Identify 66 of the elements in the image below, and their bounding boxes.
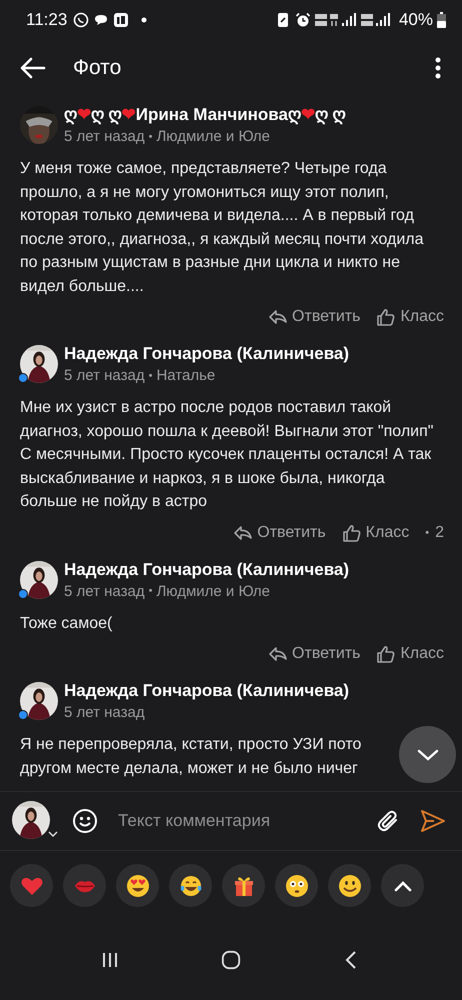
- like-button[interactable]: Класс: [376, 308, 444, 326]
- separator-dot: •: [148, 585, 152, 597]
- reaction-button[interactable]: [169, 864, 212, 907]
- more-icon: [435, 57, 441, 79]
- comment-text: Тоже самое(: [20, 614, 114, 634]
- reply-button[interactable]: Ответить: [233, 524, 326, 542]
- separator-dot: •: [425, 526, 430, 538]
- emoji-button[interactable]: [72, 808, 98, 834]
- smiley-icon: [338, 874, 362, 898]
- author-name[interactable]: Надежда Гончарова (Калиничева): [64, 681, 350, 701]
- reply-button[interactable]: Ответить: [268, 645, 360, 663]
- like-count: 2: [435, 524, 444, 542]
- home-icon: [220, 950, 241, 970]
- app-icon: [113, 12, 130, 28]
- author-name[interactable]: Надежда Гончарова (Калиничева): [64, 344, 350, 364]
- thumbs-up-icon: [342, 524, 362, 542]
- like-button[interactable]: Класс: [342, 524, 410, 542]
- reaction-button[interactable]: [222, 864, 265, 907]
- author-name[interactable]: Надежда Гончарова (Калиничева): [64, 560, 350, 580]
- surprised-emoji-icon: [284, 874, 308, 898]
- author-name[interactable]: ღ❤ღ ღ❤Ирина Манчиноваღ❤ღ ღ: [64, 104, 346, 125]
- reaction-button[interactable]: [328, 864, 371, 907]
- chat-icon: [73, 12, 90, 28]
- laughing-emoji-icon: [178, 874, 202, 898]
- expand-button[interactable]: [381, 864, 424, 907]
- separator-dot: •: [148, 370, 152, 382]
- message-icon: [93, 12, 110, 28]
- comment-text: Мне их узист в астро после родов поставил такой диагноз, хорошо пошла к деевой! Выгнали этот "полип" С месячными. Просто кусочек плаценты остался! А так выскабливание и наркоз, я в шоке была, никогда больше не пойду в астро: [20, 398, 434, 512]
- send-icon: [420, 809, 446, 833]
- smiley-icon: [72, 808, 98, 834]
- comment-text: У меня тоже самое, представляете? Четыре года прошло, а я не могу угомониться ищу этот полип, которая только демичева и видела.... А в первый год после этого,, диагноза,, я каждый месяц почти ходила по разным ущистам в разные дни цикла и никто не видел больше....: [20, 159, 425, 296]
- dot-icon: [141, 17, 148, 23]
- comment-time: 5 лет назад: [64, 367, 145, 384]
- comment-time: 5 лет назад: [64, 582, 145, 600]
- battery-icon: [437, 12, 446, 28]
- status-time: 11:23: [26, 10, 68, 30]
- signal-icon: [360, 12, 391, 28]
- signal-icon: [314, 12, 357, 28]
- back-button[interactable]: [20, 57, 46, 79]
- reply-button[interactable]: Ответить: [268, 308, 360, 326]
- thumbs-up-icon: [376, 645, 396, 663]
- comment-text: Я не перепроверяла, кстати, просто УЗИ пото другом месте делала, может и не было ничег: [20, 735, 362, 778]
- reply-recipient[interactable]: Наталье: [156, 367, 216, 384]
- paperclip-icon: [376, 809, 400, 833]
- reaction-button[interactable]: [275, 864, 318, 907]
- comment-time: 5 лет назад: [64, 128, 145, 145]
- reaction-button[interactable]: [116, 864, 159, 907]
- chevron-down-icon[interactable]: [48, 831, 58, 837]
- chevron-down-icon: [416, 748, 438, 760]
- reply-recipient[interactable]: Людмиле и Юле: [156, 128, 270, 145]
- comment-input[interactable]: Текст комментария: [118, 805, 356, 837]
- thumbs-up-icon: [376, 308, 396, 326]
- comment-time: 5 лет назад: [64, 704, 145, 721]
- separator-dot: •: [148, 130, 152, 142]
- reply-icon: [233, 524, 254, 542]
- alarm-icon: [294, 12, 311, 28]
- reply-icon: [268, 308, 288, 326]
- like-button[interactable]: Класс: [376, 645, 444, 663]
- reply-recipient[interactable]: Людмиле и Юле: [156, 582, 270, 600]
- reply-icon: [268, 645, 288, 663]
- arrow-left-icon: [20, 57, 46, 79]
- screen-title: Фото: [73, 56, 122, 80]
- attach-button[interactable]: [376, 809, 400, 833]
- heart-eyes-emoji-icon: [126, 874, 150, 898]
- battery-percent: 40%: [398, 10, 433, 30]
- send-button[interactable]: [420, 809, 446, 833]
